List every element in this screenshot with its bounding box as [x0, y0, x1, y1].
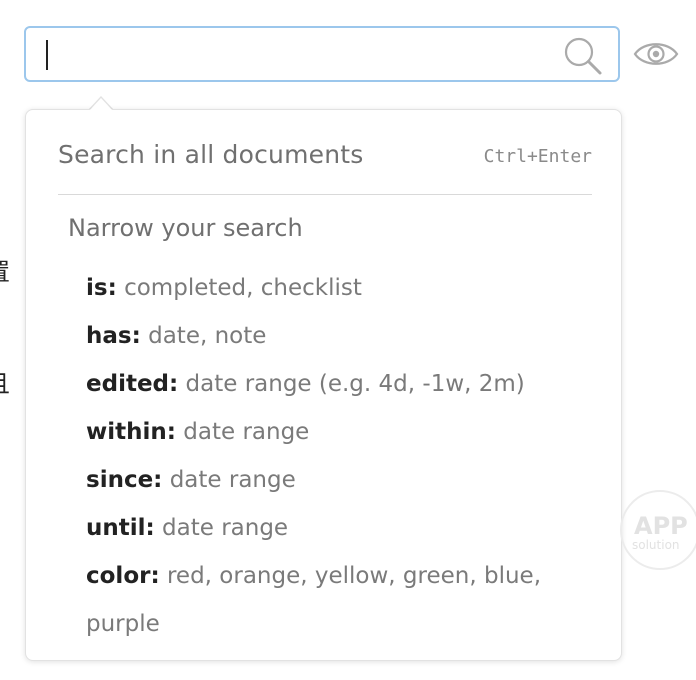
filter-key: until:: [86, 515, 155, 541]
filter-list: is: completed, checklist has: date, note…: [86, 264, 576, 648]
divider: [58, 194, 592, 195]
filter-values-wrapped: purple: [86, 611, 160, 637]
filter-key: is:: [86, 275, 117, 301]
filter-item-has[interactable]: has: date, note: [86, 312, 576, 360]
filter-item-within[interactable]: within: date range: [86, 408, 576, 456]
search-all-label: Search in all documents: [58, 140, 364, 169]
filter-values: date range: [169, 467, 296, 493]
filter-values: date, note: [148, 323, 267, 349]
search-all-documents-option[interactable]: Search in all documents Ctrl+Enter: [58, 138, 592, 178]
filter-values: date range: [162, 515, 289, 541]
filter-values: red, orange, yellow, green, blue,: [166, 563, 542, 589]
filter-key: has:: [86, 323, 141, 349]
filter-item-until[interactable]: until: date range: [86, 504, 576, 552]
search-box[interactable]: [24, 26, 620, 82]
filter-key: color:: [86, 563, 160, 589]
watermark-subtext: solution: [632, 538, 680, 552]
filter-item-is[interactable]: is: completed, checklist: [86, 264, 576, 312]
filter-item-since[interactable]: since: date range: [86, 456, 576, 504]
search-icon[interactable]: [562, 36, 604, 76]
dropdown-pointer-fill: [89, 98, 113, 111]
narrow-search-heading: Narrow your search: [68, 214, 303, 242]
watermark-text: APP: [634, 512, 688, 540]
watermark-logo: APP solution: [620, 490, 696, 570]
background-text: 置: [0, 252, 10, 287]
eye-icon[interactable]: [632, 38, 680, 70]
background-text: 且: [0, 364, 10, 399]
filter-values: date range: [183, 419, 310, 445]
filter-item-color[interactable]: color: red, orange, yellow, green, blue,…: [86, 552, 576, 648]
filter-key: since:: [86, 467, 163, 493]
app-window: 置 且 Search in all documents Ctrl+Enter N…: [0, 0, 696, 680]
filter-item-edited[interactable]: edited: date range (e.g. 4d, -1w, 2m): [86, 360, 576, 408]
filter-key: within:: [86, 419, 176, 445]
filter-key: edited:: [86, 371, 179, 397]
search-input[interactable]: [42, 36, 542, 72]
filter-values: date range (e.g. 4d, -1w, 2m): [185, 371, 525, 397]
keyboard-shortcut: Ctrl+Enter: [483, 146, 592, 167]
filter-values: completed, checklist: [124, 275, 362, 301]
search-suggestions-dropdown: Search in all documents Ctrl+Enter Narro…: [25, 109, 622, 661]
text-caret: [46, 40, 48, 70]
